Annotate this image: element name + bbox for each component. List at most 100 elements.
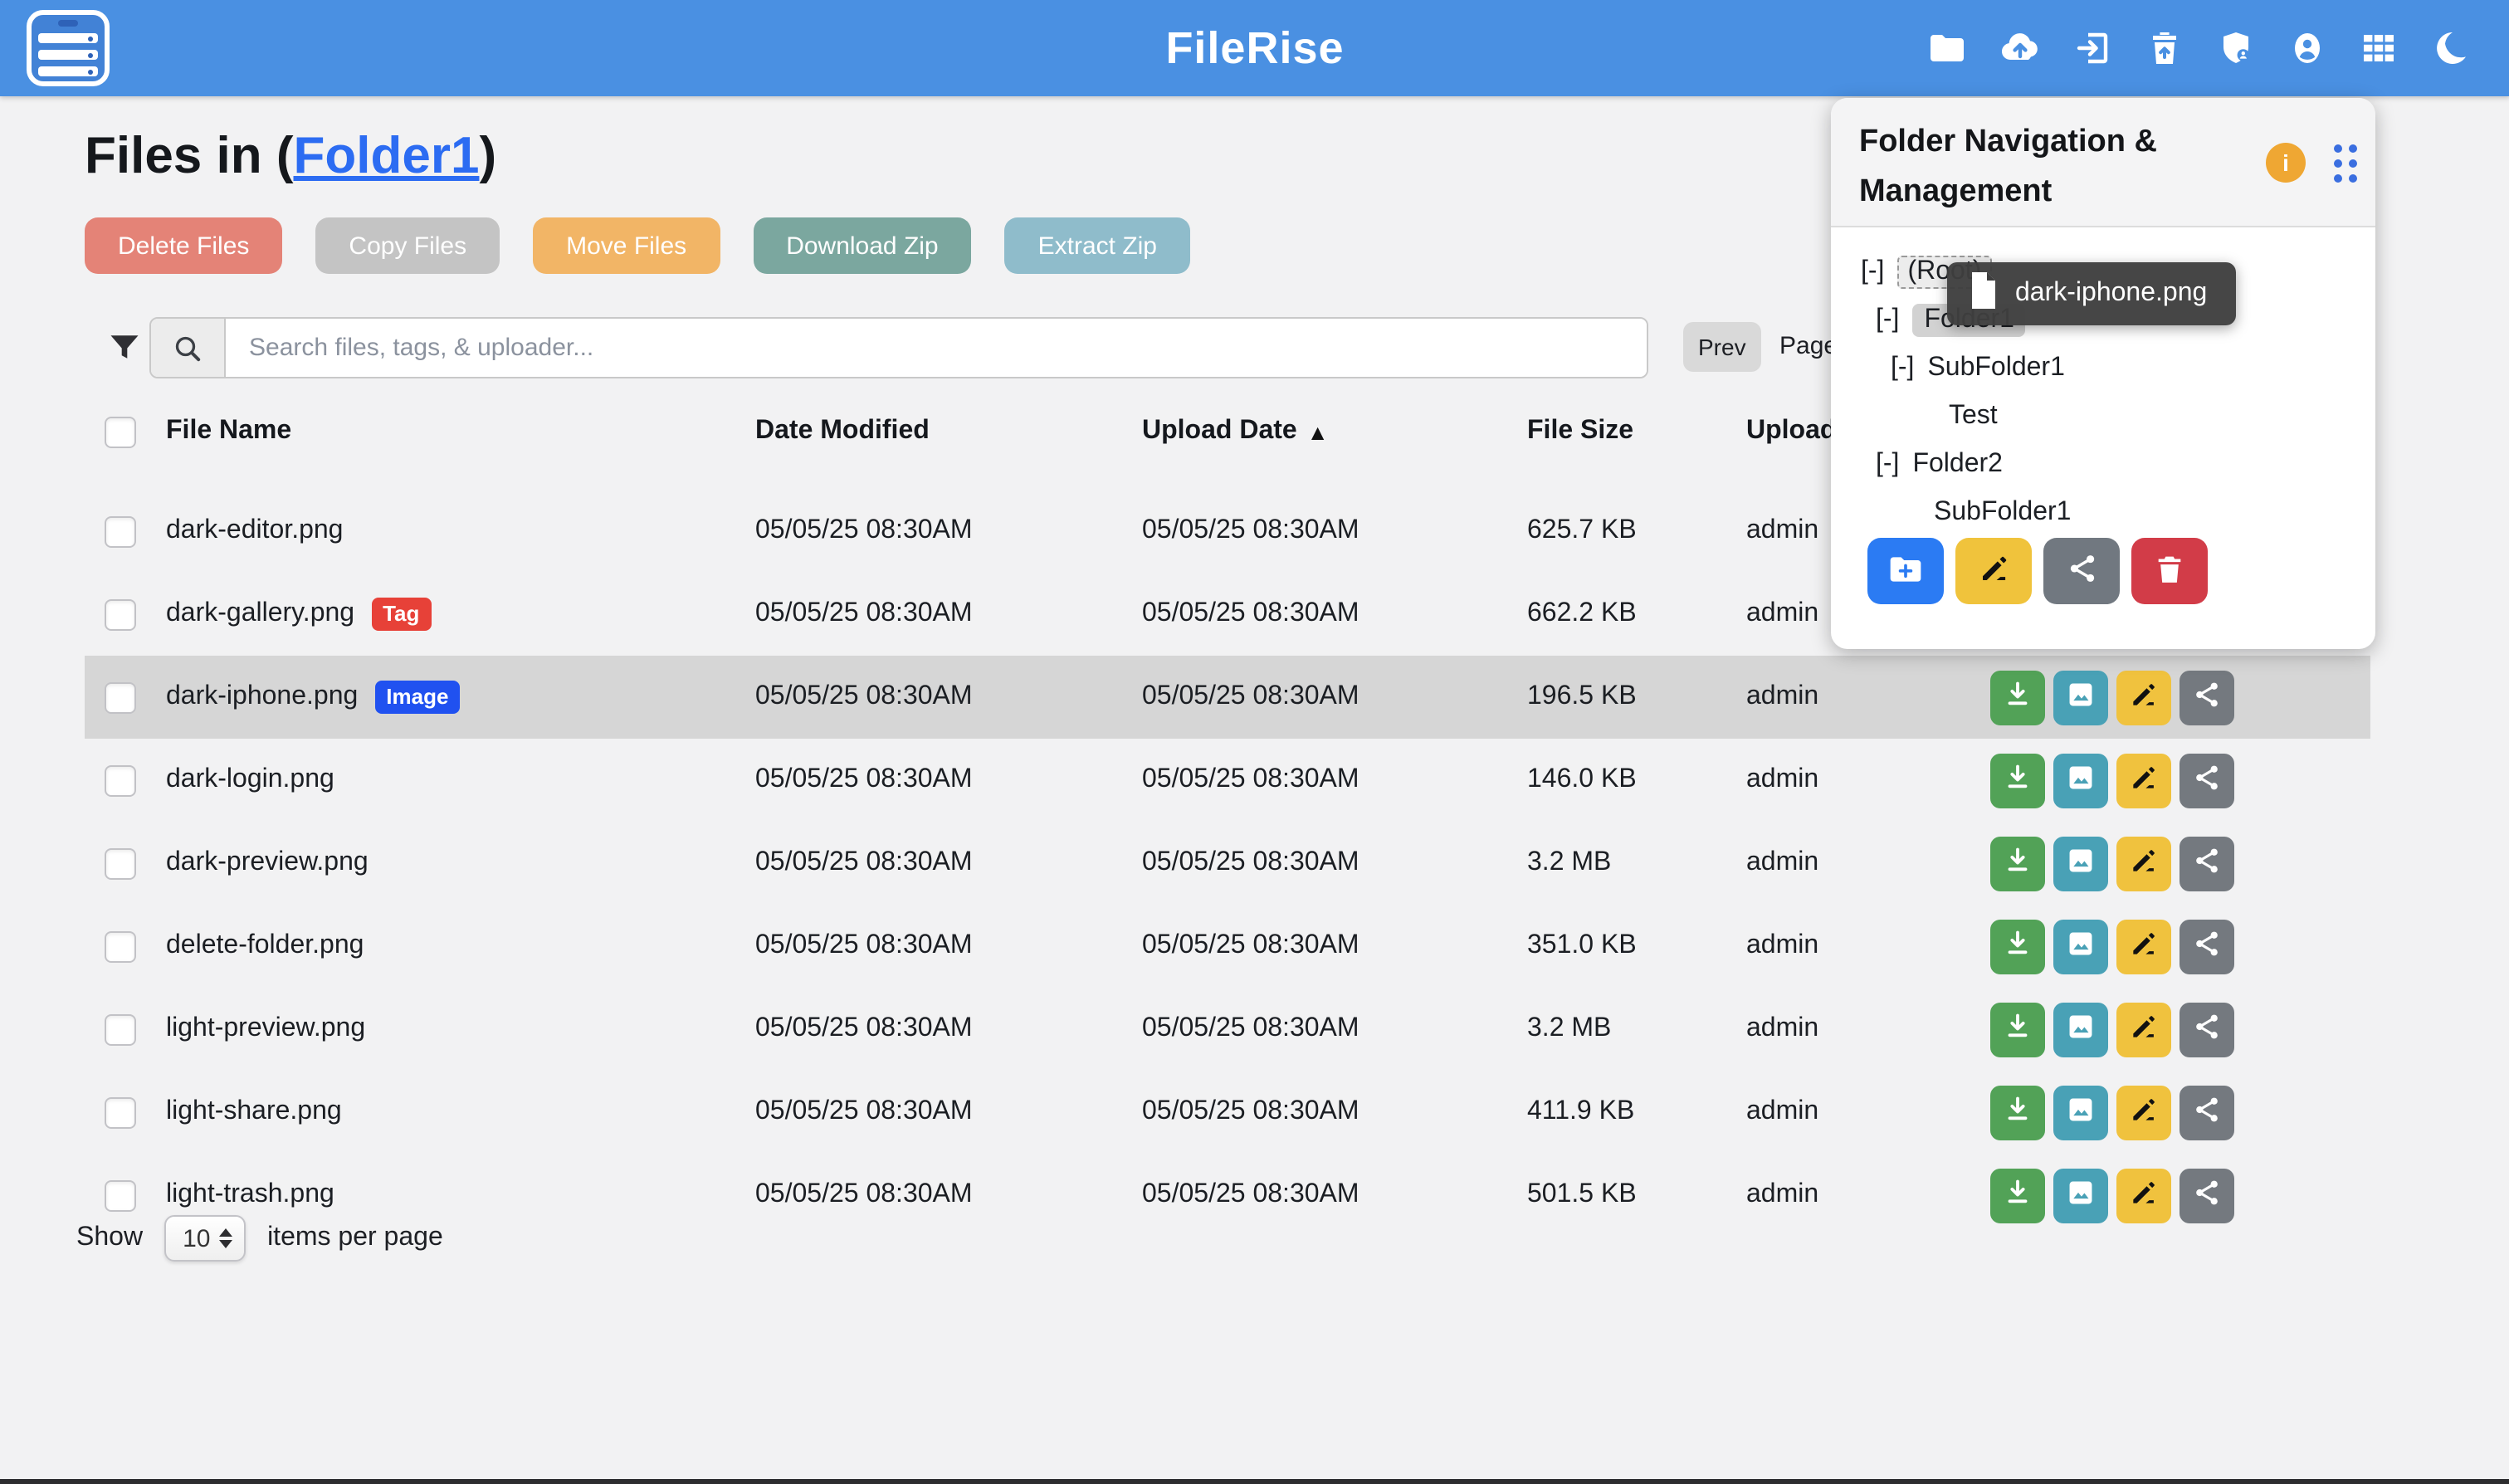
tree-folder-label[interactable]: SubFolder1	[1934, 497, 2071, 527]
dark-mode-icon[interactable]	[2430, 28, 2470, 68]
download-button[interactable]	[1990, 753, 2045, 808]
trash-icon	[2153, 552, 2186, 590]
select-all-checkbox[interactable]	[105, 416, 136, 447]
rename-button[interactable]	[2116, 670, 2171, 725]
row-checkbox[interactable]	[105, 1179, 136, 1211]
row-checkbox[interactable]	[105, 598, 136, 630]
table-row[interactable]: dark-iphone.png Image 05/05/25 08:30AM 0…	[85, 656, 2370, 739]
tree-toggle[interactable]: [-]	[1876, 305, 1899, 334]
row-checkbox[interactable]	[105, 1096, 136, 1128]
rename-folder-button[interactable]	[1955, 538, 2032, 604]
share-button[interactable]	[2180, 1085, 2234, 1140]
rename-button[interactable]	[2116, 1085, 2171, 1140]
row-checkbox[interactable]	[105, 1013, 136, 1045]
download-button[interactable]	[1990, 1002, 2045, 1057]
folder-tree-item: [-] SubFolder1	[1831, 344, 2375, 392]
file-name: dark-gallery.png	[166, 599, 354, 629]
table-row[interactable]: dark-login.png 05/05/25 08:30AM 05/05/25…	[85, 739, 2370, 822]
row-checkbox[interactable]	[105, 515, 136, 547]
preview-button[interactable]	[2053, 836, 2108, 891]
rename-button[interactable]	[2116, 836, 2171, 891]
upload-date: 05/05/25 08:30AM	[1142, 516, 1359, 546]
download-icon	[2002, 845, 2033, 881]
login-icon[interactable]	[2073, 28, 2113, 68]
folder-tree-item: SubFolder1	[1831, 488, 2375, 536]
apps-grid-icon[interactable]	[2359, 28, 2399, 68]
extract-zip-button[interactable]: Extract Zip	[1005, 217, 1190, 274]
rename-button[interactable]	[2116, 1002, 2171, 1057]
row-checkbox[interactable]	[105, 681, 136, 713]
user-icon[interactable]	[2287, 28, 2327, 68]
folder-icon[interactable]	[1927, 28, 1967, 68]
items-per-page-select[interactable]: 10	[164, 1215, 246, 1262]
row-checkbox[interactable]	[105, 847, 136, 879]
share-button[interactable]	[2180, 919, 2234, 974]
items-per-page-control: Show 10 items per page	[76, 1215, 443, 1262]
share-button[interactable]	[2180, 836, 2234, 891]
share-button[interactable]	[2180, 1002, 2234, 1057]
download-button[interactable]	[1990, 670, 2045, 725]
show-label: Show	[76, 1223, 143, 1253]
delete-folder-button[interactable]	[2131, 538, 2208, 604]
row-checkbox[interactable]	[105, 764, 136, 796]
table-row[interactable]: light-share.png 05/05/25 08:30AM 05/05/2…	[85, 1071, 2370, 1154]
filter-icon[interactable]	[106, 329, 143, 373]
share-button[interactable]	[2180, 753, 2234, 808]
preview-button[interactable]	[2053, 670, 2108, 725]
preview-button[interactable]	[2053, 1168, 2108, 1223]
tree-toggle[interactable]: [-]	[1876, 449, 1899, 479]
download-button[interactable]	[1990, 919, 2045, 974]
date-modified: 05/05/25 08:30AM	[755, 1180, 1142, 1210]
tree-folder-label[interactable]: Test	[1949, 401, 1998, 431]
table-row[interactable]: dark-preview.png 05/05/25 08:30AM 05/05/…	[85, 822, 2370, 905]
column-header-file-name[interactable]: File Name	[166, 417, 755, 447]
row-checkbox[interactable]	[105, 930, 136, 962]
table-row[interactable]: delete-folder.png 05/05/25 08:30AM 05/05…	[85, 905, 2370, 988]
table-row[interactable]: light-preview.png 05/05/25 08:30AM 05/05…	[85, 988, 2370, 1071]
tree-folder-label[interactable]: SubFolder1	[1927, 353, 2064, 383]
delete-files-button[interactable]: Delete Files	[85, 217, 282, 274]
tree-folder-label[interactable]: Folder2	[1912, 449, 2003, 479]
copy-files-button[interactable]: Copy Files	[315, 217, 500, 274]
uploader: admin	[1746, 1097, 1970, 1127]
drag-handle-icon[interactable]	[2334, 144, 2357, 183]
preview-button[interactable]	[2053, 1002, 2108, 1057]
column-header-upload-date[interactable]: Upload Date ▲	[1142, 417, 1527, 447]
cloud-upload-icon[interactable]	[1999, 28, 2042, 68]
column-header-date-modified[interactable]: Date Modified	[755, 417, 1142, 447]
prev-page-button[interactable]: Prev	[1683, 322, 1761, 372]
preview-button[interactable]	[2053, 753, 2108, 808]
file-name: dark-preview.png	[166, 848, 369, 878]
preview-image-icon	[2065, 679, 2097, 715]
info-icon[interactable]: i	[2266, 143, 2306, 183]
folder-plus-icon	[1887, 550, 1924, 592]
rename-button[interactable]	[2116, 753, 2171, 808]
tree-toggle[interactable]: [-]	[1861, 256, 1884, 286]
rename-button[interactable]	[2116, 919, 2171, 974]
row-action-buttons	[1990, 1002, 2234, 1057]
file-size: 662.2 KB	[1527, 599, 1746, 629]
download-button[interactable]	[1990, 836, 2045, 891]
tree-toggle[interactable]: [-]	[1891, 353, 1914, 383]
stepper-arrows-icon	[219, 1228, 232, 1248]
rename-button[interactable]	[2116, 1168, 2171, 1223]
download-button[interactable]	[1990, 1085, 2045, 1140]
folder-panel-header: Folder Navigation & Management i	[1831, 98, 2375, 227]
search-input[interactable]	[226, 319, 1647, 377]
upload-date: 05/05/25 08:30AM	[1142, 599, 1359, 629]
download-zip-button[interactable]: Download Zip	[753, 217, 971, 274]
create-folder-button[interactable]	[1867, 538, 1944, 604]
share-folder-button[interactable]	[2043, 538, 2120, 604]
move-files-button[interactable]: Move Files	[533, 217, 720, 274]
preview-button[interactable]	[2053, 1085, 2108, 1140]
download-button[interactable]	[1990, 1168, 2045, 1223]
preview-button[interactable]	[2053, 919, 2108, 974]
column-header-file-size[interactable]: File Size	[1527, 417, 1746, 447]
trash-restore-icon[interactable]	[2145, 28, 2184, 68]
window-bottom-edge	[0, 1479, 2509, 1484]
admin-shield-icon[interactable]	[2216, 28, 2256, 68]
share-button[interactable]	[2180, 1168, 2234, 1223]
current-folder-link[interactable]: Folder1	[294, 126, 480, 184]
share-button[interactable]	[2180, 670, 2234, 725]
filerise-logo-icon[interactable]	[27, 10, 110, 86]
